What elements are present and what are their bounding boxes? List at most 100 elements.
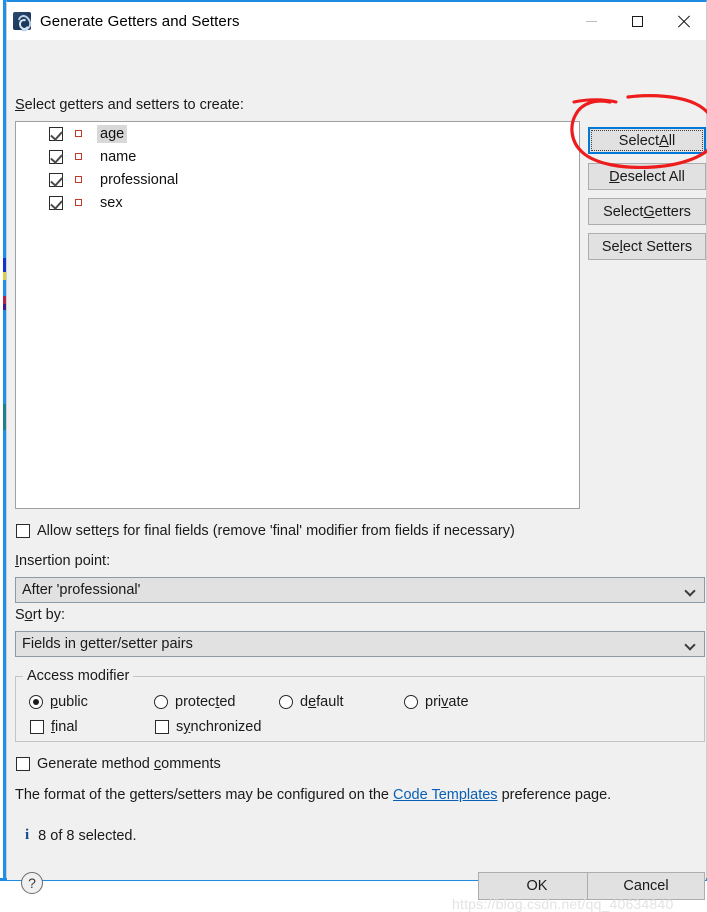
sort-label-pre: S	[15, 607, 25, 623]
select-fields-label: Select getters and setters to create:	[15, 97, 244, 113]
select-setters-button[interactable]: Se l ect Setters	[588, 233, 706, 260]
checkbox-final-label: final	[51, 719, 78, 735]
code-templates-hint: The format of the getters/setters may be…	[15, 787, 611, 803]
radio-protected-pre: protec	[175, 694, 216, 710]
access-modifier-legend: Access modifier	[23, 668, 134, 684]
maximize-button[interactable]	[614, 2, 660, 40]
checkbox-synchronized[interactable]: synchronized	[155, 719, 261, 735]
tree-item-label: professional	[100, 171, 179, 188]
field-icon	[75, 153, 82, 160]
code-templates-link[interactable]: Code Templates	[393, 787, 498, 803]
dialog-title: Generate Getters and Setters	[40, 12, 240, 30]
maximize-icon	[631, 15, 643, 27]
radio-public-label: public	[50, 694, 88, 710]
select-label-mnemonic: S	[15, 97, 25, 113]
radio-default-post: fault	[316, 694, 344, 710]
radio-public[interactable]: public	[29, 694, 88, 710]
radio-protected-label: protected	[175, 694, 235, 710]
select-getters-mnemonic: G	[643, 203, 655, 220]
select-getters-label-post: etters	[654, 203, 691, 220]
allow-final-setters-checkbox[interactable]	[16, 524, 30, 538]
radio-default-indicator[interactable]	[279, 695, 293, 709]
radio-private-indicator[interactable]	[404, 695, 418, 709]
deselect-all-mnemonic: D	[609, 168, 620, 185]
minimize-icon	[585, 20, 597, 22]
tree-row[interactable]: sex	[16, 191, 579, 214]
select-setters-label-pre: Se	[601, 238, 620, 255]
generate-method-comments-label: Generate method comments	[37, 756, 221, 772]
tree-item-checkbox[interactable]	[49, 195, 63, 210]
radio-protected[interactable]: protected	[154, 694, 235, 710]
sort-by-value: Fields in getter/setter pairs	[22, 636, 193, 652]
radio-default-label: default	[300, 694, 344, 710]
generate-method-comments-checkbox[interactable]	[16, 757, 30, 771]
radio-private[interactable]: private	[404, 694, 469, 710]
sort-by-label: Sort by:	[15, 607, 65, 623]
allow-final-label-pre: Allow sette	[37, 523, 108, 539]
status-row: i 8 of 8 selected.	[25, 827, 137, 844]
radio-public-text: ublic	[58, 694, 88, 710]
select-all-label-pre: Select	[618, 132, 660, 149]
access-modifier-group	[15, 676, 705, 742]
radio-private-pre: pri	[425, 694, 442, 710]
tree-row[interactable]: professional	[16, 168, 579, 191]
format-hint-pre: The format of the getters/setters may be…	[15, 787, 394, 803]
tree-item-checkbox[interactable]	[49, 172, 63, 187]
radio-protected-post: ed	[219, 694, 236, 710]
field-icon	[75, 176, 82, 183]
allow-final-setters-row[interactable]: Allow setters for final fields (remove '…	[16, 523, 515, 539]
tree-row[interactable]: name	[16, 145, 579, 168]
help-button[interactable]: ?	[21, 872, 43, 894]
window-controls	[568, 2, 706, 40]
chevron-down-icon	[684, 585, 696, 597]
status-text: 8 of 8 selected.	[38, 827, 137, 844]
checkbox-synchronized-indicator[interactable]	[155, 720, 169, 734]
format-hint-post: preference page.	[497, 787, 612, 803]
sort-by-select[interactable]: Fields in getter/setter pairs	[15, 631, 705, 657]
insertion-point-value: After 'professional'	[22, 582, 141, 598]
deselect-all-label-post: eselect All	[619, 168, 685, 185]
radio-default-pre: d	[300, 694, 309, 710]
tree-item-checkbox[interactable]	[49, 126, 63, 141]
checkbox-final-indicator[interactable]	[30, 720, 44, 734]
tree-item-label: name	[100, 148, 137, 165]
select-all-mnemonic: A	[659, 132, 669, 149]
select-all-label-post: ll	[668, 132, 676, 149]
tree-item-label: sex	[100, 194, 123, 211]
select-getters-button[interactable]: Select Getters	[588, 198, 706, 225]
deselect-all-button[interactable]: Deselect All	[588, 163, 706, 190]
radio-default[interactable]: default	[279, 694, 344, 710]
insertion-point-select[interactable]: After 'professional'	[15, 577, 705, 603]
minimize-button[interactable]	[568, 2, 614, 40]
checkbox-final-text: inal	[55, 719, 78, 735]
close-button[interactable]	[660, 2, 706, 40]
select-all-button[interactable]: Select All	[588, 127, 706, 154]
select-label-text: elect getters and setters to create:	[24, 97, 244, 113]
insertion-point-label: Insertion point:	[15, 553, 110, 569]
tree-item-checkbox[interactable]	[49, 149, 63, 164]
title-bar: Generate Getters and Setters	[7, 2, 706, 40]
radio-private-label: private	[425, 694, 469, 710]
checkbox-synchronized-label: synchronized	[176, 719, 261, 735]
checkbox-final[interactable]: final	[30, 719, 78, 735]
info-icon: i	[25, 827, 30, 843]
generate-getters-setters-dialog: Generate Getters and Setters Select gett…	[6, 0, 707, 912]
radio-public-mnemonic: p	[50, 694, 59, 710]
dialog-body: Select getters and setters to create: ag…	[7, 40, 707, 912]
allow-final-label-post: s for final fields (remove 'final' modif…	[111, 523, 515, 539]
select-getters-label-pre: Select	[603, 203, 644, 220]
radio-private-post: ate	[448, 694, 469, 710]
close-icon	[677, 15, 690, 28]
tree-row[interactable]: age	[16, 122, 579, 145]
insertion-label-text: nsertion point:	[19, 553, 111, 569]
generate-method-comments-row[interactable]: Generate method comments	[16, 756, 221, 772]
fields-tree[interactable]: age name professional sex	[15, 121, 580, 509]
radio-default-mnemonic: e	[308, 694, 317, 710]
radio-protected-indicator[interactable]	[154, 695, 168, 709]
allow-final-setters-label: Allow setters for final fields (remove '…	[37, 523, 515, 539]
eclipse-icon	[13, 12, 31, 30]
checkbox-sync-post: nchronized	[190, 719, 262, 735]
field-icon	[75, 199, 82, 206]
radio-public-indicator[interactable]	[29, 695, 43, 709]
sort-label-text: rt by:	[32, 607, 65, 623]
